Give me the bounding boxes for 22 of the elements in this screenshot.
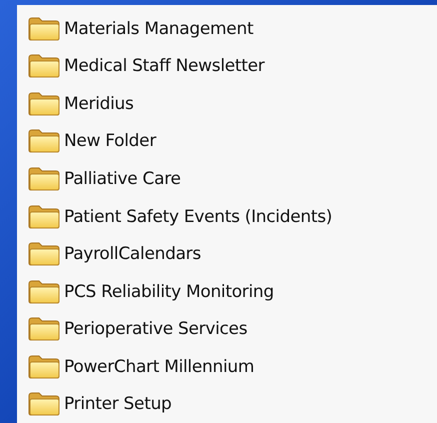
folder-name[interactable]: Materials Management	[64, 18, 254, 39]
folder-icon	[27, 128, 61, 154]
folder-name[interactable]: Perioperative Services	[64, 319, 248, 340]
folder-name[interactable]: PCS Reliability Monitoring	[64, 282, 274, 302]
folder-name[interactable]: Medical Staff Newsletter	[64, 56, 264, 76]
folder-name[interactable]: Printer Setup	[64, 394, 172, 414]
folder-icon	[27, 204, 61, 230]
folder-name[interactable]: New Folder	[64, 131, 156, 152]
folder-icon	[27, 391, 61, 418]
folder-icon	[27, 316, 61, 342]
folder-icon	[27, 53, 61, 80]
folder-icon	[27, 354, 61, 380]
folder-name[interactable]: Meridius	[64, 94, 134, 114]
folder-icon	[27, 241, 61, 268]
folder-icon	[27, 90, 61, 117]
folder-icon	[27, 278, 61, 305]
folder-name[interactable]: PayrollCalendars	[64, 244, 201, 264]
folder-name[interactable]: PowerChart Millennium	[64, 356, 254, 377]
folder-icon	[27, 166, 61, 192]
folder-icon	[27, 16, 61, 42]
folder-name[interactable]: Patient Safety Events (Incidents)	[64, 206, 332, 226]
folder-name[interactable]: Palliative Care	[64, 168, 181, 189]
